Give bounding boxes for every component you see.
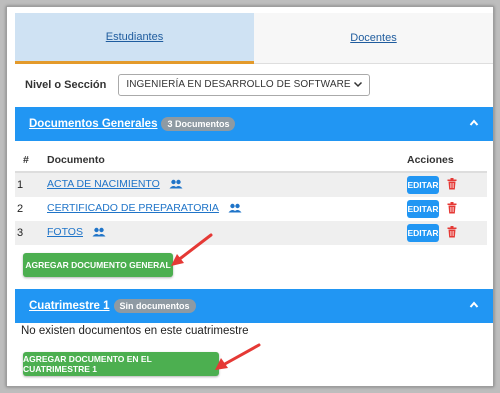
group-icon[interactable] xyxy=(169,179,183,192)
row-actions: EDITAR xyxy=(407,200,487,218)
arrow-icon xyxy=(171,233,213,266)
level-select-value: INGENIERÍA EN DESARROLLO DE SOFTWARE xyxy=(126,79,351,90)
arrow-icon xyxy=(215,343,261,370)
cuatrimestre-panel: Cuatrimestre 1 Sin documentos xyxy=(15,289,493,323)
group-icon[interactable] xyxy=(228,203,242,216)
level-select[interactable]: INGENIERÍA EN DESARROLLO DE SOFTWARE xyxy=(118,74,371,96)
general-documents-title[interactable]: Documentos Generales xyxy=(29,118,157,130)
level-filter-label: Nivel o Sección xyxy=(25,79,107,91)
documents-table: # Documento Acciones 1 ACTA DE NACIMIENT… xyxy=(15,149,487,245)
col-document: Documento xyxy=(47,154,105,166)
general-documents-header[interactable]: Documentos Generales 3 Documentos xyxy=(15,107,493,141)
edit-button[interactable]: EDITAR xyxy=(407,200,439,218)
col-num: # xyxy=(23,154,29,166)
row-document: ACTA DE NACIMIENTO xyxy=(43,178,407,192)
row-document: CERTIFICADO DE PREPARATORIA xyxy=(43,202,407,216)
chevron-up-icon[interactable] xyxy=(469,299,479,313)
table-header: # Documento Acciones xyxy=(15,149,487,173)
tab-estudiantes[interactable]: Estudiantes xyxy=(15,13,254,64)
row-num: 1 xyxy=(17,179,24,191)
row-actions: EDITAR xyxy=(407,176,487,194)
trash-icon[interactable] xyxy=(447,201,457,217)
app-frame: Estudiantes Docentes Nivel o Sección ING… xyxy=(6,6,494,387)
row-num: 3 xyxy=(17,227,24,239)
chevron-up-icon[interactable] xyxy=(469,117,479,131)
document-count-badge: 3 Documentos xyxy=(161,117,236,131)
document-link[interactable]: FOTOS xyxy=(47,226,83,238)
cuatrimestre-title[interactable]: Cuatrimestre 1 xyxy=(29,300,110,312)
col-actions: Acciones xyxy=(407,154,454,166)
trash-icon[interactable] xyxy=(447,177,457,193)
edit-button[interactable]: EDITAR xyxy=(407,176,439,194)
edit-button[interactable]: EDITAR xyxy=(407,224,439,242)
row-actions: EDITAR xyxy=(407,224,487,242)
trash-icon[interactable] xyxy=(447,225,457,241)
row-num: 2 xyxy=(17,203,24,215)
table-row: 1 ACTA DE NACIMIENTO EDITAR xyxy=(15,173,487,197)
general-documents-panel: Documentos Generales 3 Documentos # Docu… xyxy=(15,107,493,245)
empty-state-text: No existen documentos en este cuatrimest… xyxy=(21,325,249,337)
table-row: 3 FOTOS EDITAR xyxy=(15,221,487,245)
add-cuatrimestre-document-button[interactable]: AGREGAR DOCUMENTO EN EL CUATRIMESTRE 1 xyxy=(23,352,219,376)
document-link[interactable]: CERTIFICADO DE PREPARATORIA xyxy=(47,202,219,214)
table-row: 2 CERTIFICADO DE PREPARATORIA EDITAR xyxy=(15,197,487,221)
tab-docentes[interactable]: Docentes xyxy=(254,13,493,64)
chevron-down-icon xyxy=(353,79,363,91)
cuatrimestre-header[interactable]: Cuatrimestre 1 Sin documentos xyxy=(15,289,493,323)
group-icon[interactable] xyxy=(92,227,106,240)
cuatrimestre-badge: Sin documentos xyxy=(113,299,196,313)
tab-bar: Estudiantes Docentes xyxy=(15,13,493,64)
level-filter: Nivel o Sección INGENIERÍA EN DESARROLLO… xyxy=(25,73,371,97)
add-general-document-button[interactable]: AGREGAR DOCUMENTO GENERAL xyxy=(23,253,173,277)
document-link[interactable]: ACTA DE NACIMIENTO xyxy=(47,178,160,190)
row-document: FOTOS xyxy=(43,226,407,240)
